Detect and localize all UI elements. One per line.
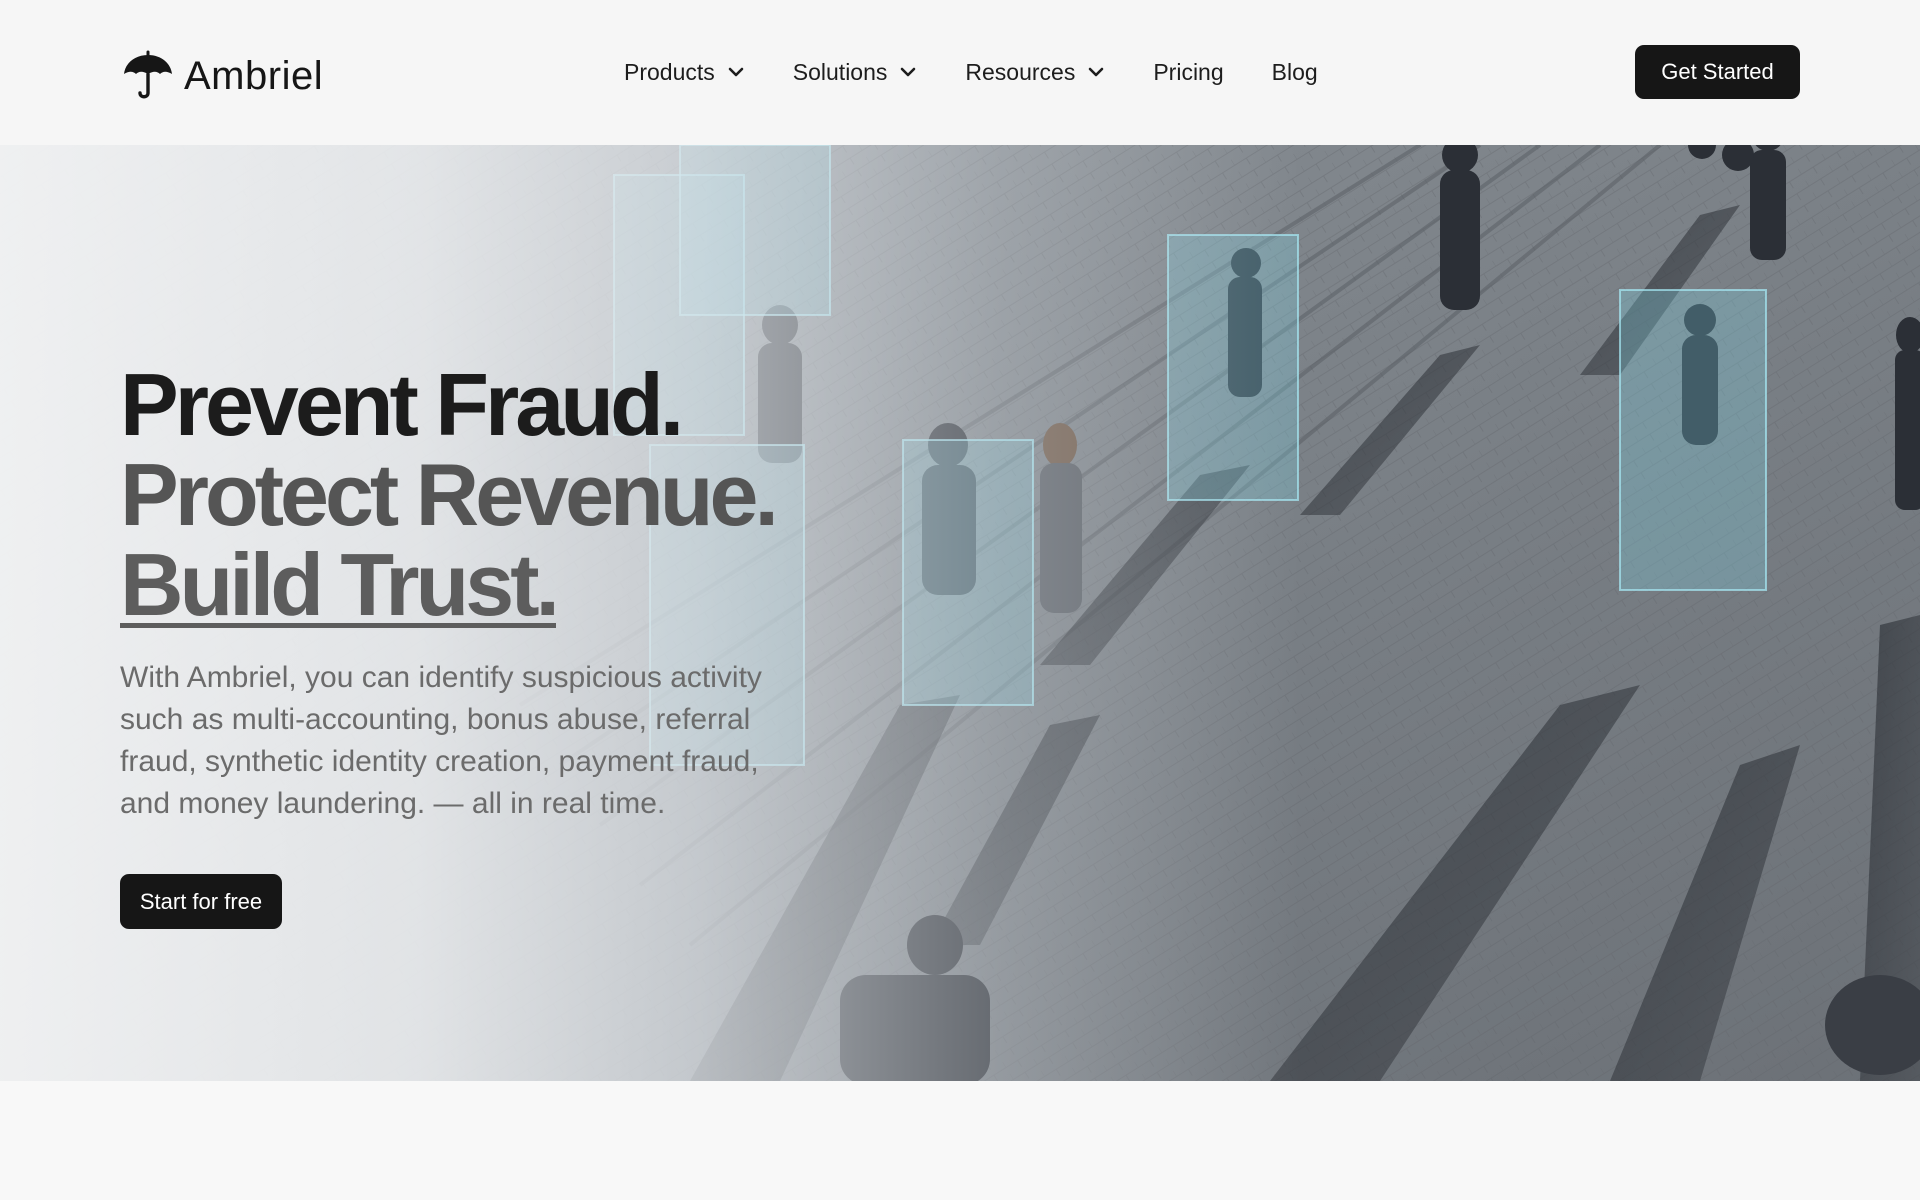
- nav-item-products[interactable]: Products: [624, 59, 745, 86]
- chevron-down-icon: [1089, 67, 1104, 77]
- nav-item-label: Resources: [965, 58, 1076, 85]
- nav-item-label: Products: [624, 58, 715, 85]
- hero-section: Prevent Fraud. Protect Revenue. Build Tr…: [0, 145, 1920, 1081]
- brand-logo[interactable]: Ambriel: [122, 50, 323, 102]
- chevron-down-icon: [728, 67, 744, 77]
- get-started-button[interactable]: Get Started: [1635, 45, 1800, 99]
- nav-item-pricing[interactable]: Pricing: [1153, 59, 1223, 86]
- hero-description: With Ambriel, you can identify suspiciou…: [120, 661, 762, 820]
- nav-item-resources[interactable]: Resources: [965, 59, 1105, 86]
- nav-item-label: Blog: [1271, 58, 1318, 85]
- headline-line-3: Build Trust.: [120, 535, 560, 634]
- hero-headline: Prevent Fraud. Protect Revenue. Build Tr…: [120, 355, 779, 634]
- umbrella-icon: [124, 50, 172, 99]
- nav-item-label: Solutions: [792, 58, 888, 85]
- brand-name: Ambriel: [184, 54, 324, 98]
- chevron-down-icon: [901, 67, 916, 77]
- start-for-free-button[interactable]: Start for free: [120, 874, 282, 929]
- headline-line-1: Prevent Fraud.: [120, 355, 684, 454]
- nav-item-blog[interactable]: Blog: [1272, 59, 1318, 86]
- main-nav: Products Solutions Resources Pricing Blo…: [624, 52, 1366, 92]
- headline-line-2: Protect Revenue.: [120, 445, 779, 544]
- below-fold-section: [0, 1081, 1920, 1200]
- site-header: Ambriel Products Solutions Resources Pri…: [0, 0, 1920, 145]
- nav-item-solutions[interactable]: Solutions: [793, 59, 918, 86]
- nav-item-label: Pricing: [1153, 58, 1224, 85]
